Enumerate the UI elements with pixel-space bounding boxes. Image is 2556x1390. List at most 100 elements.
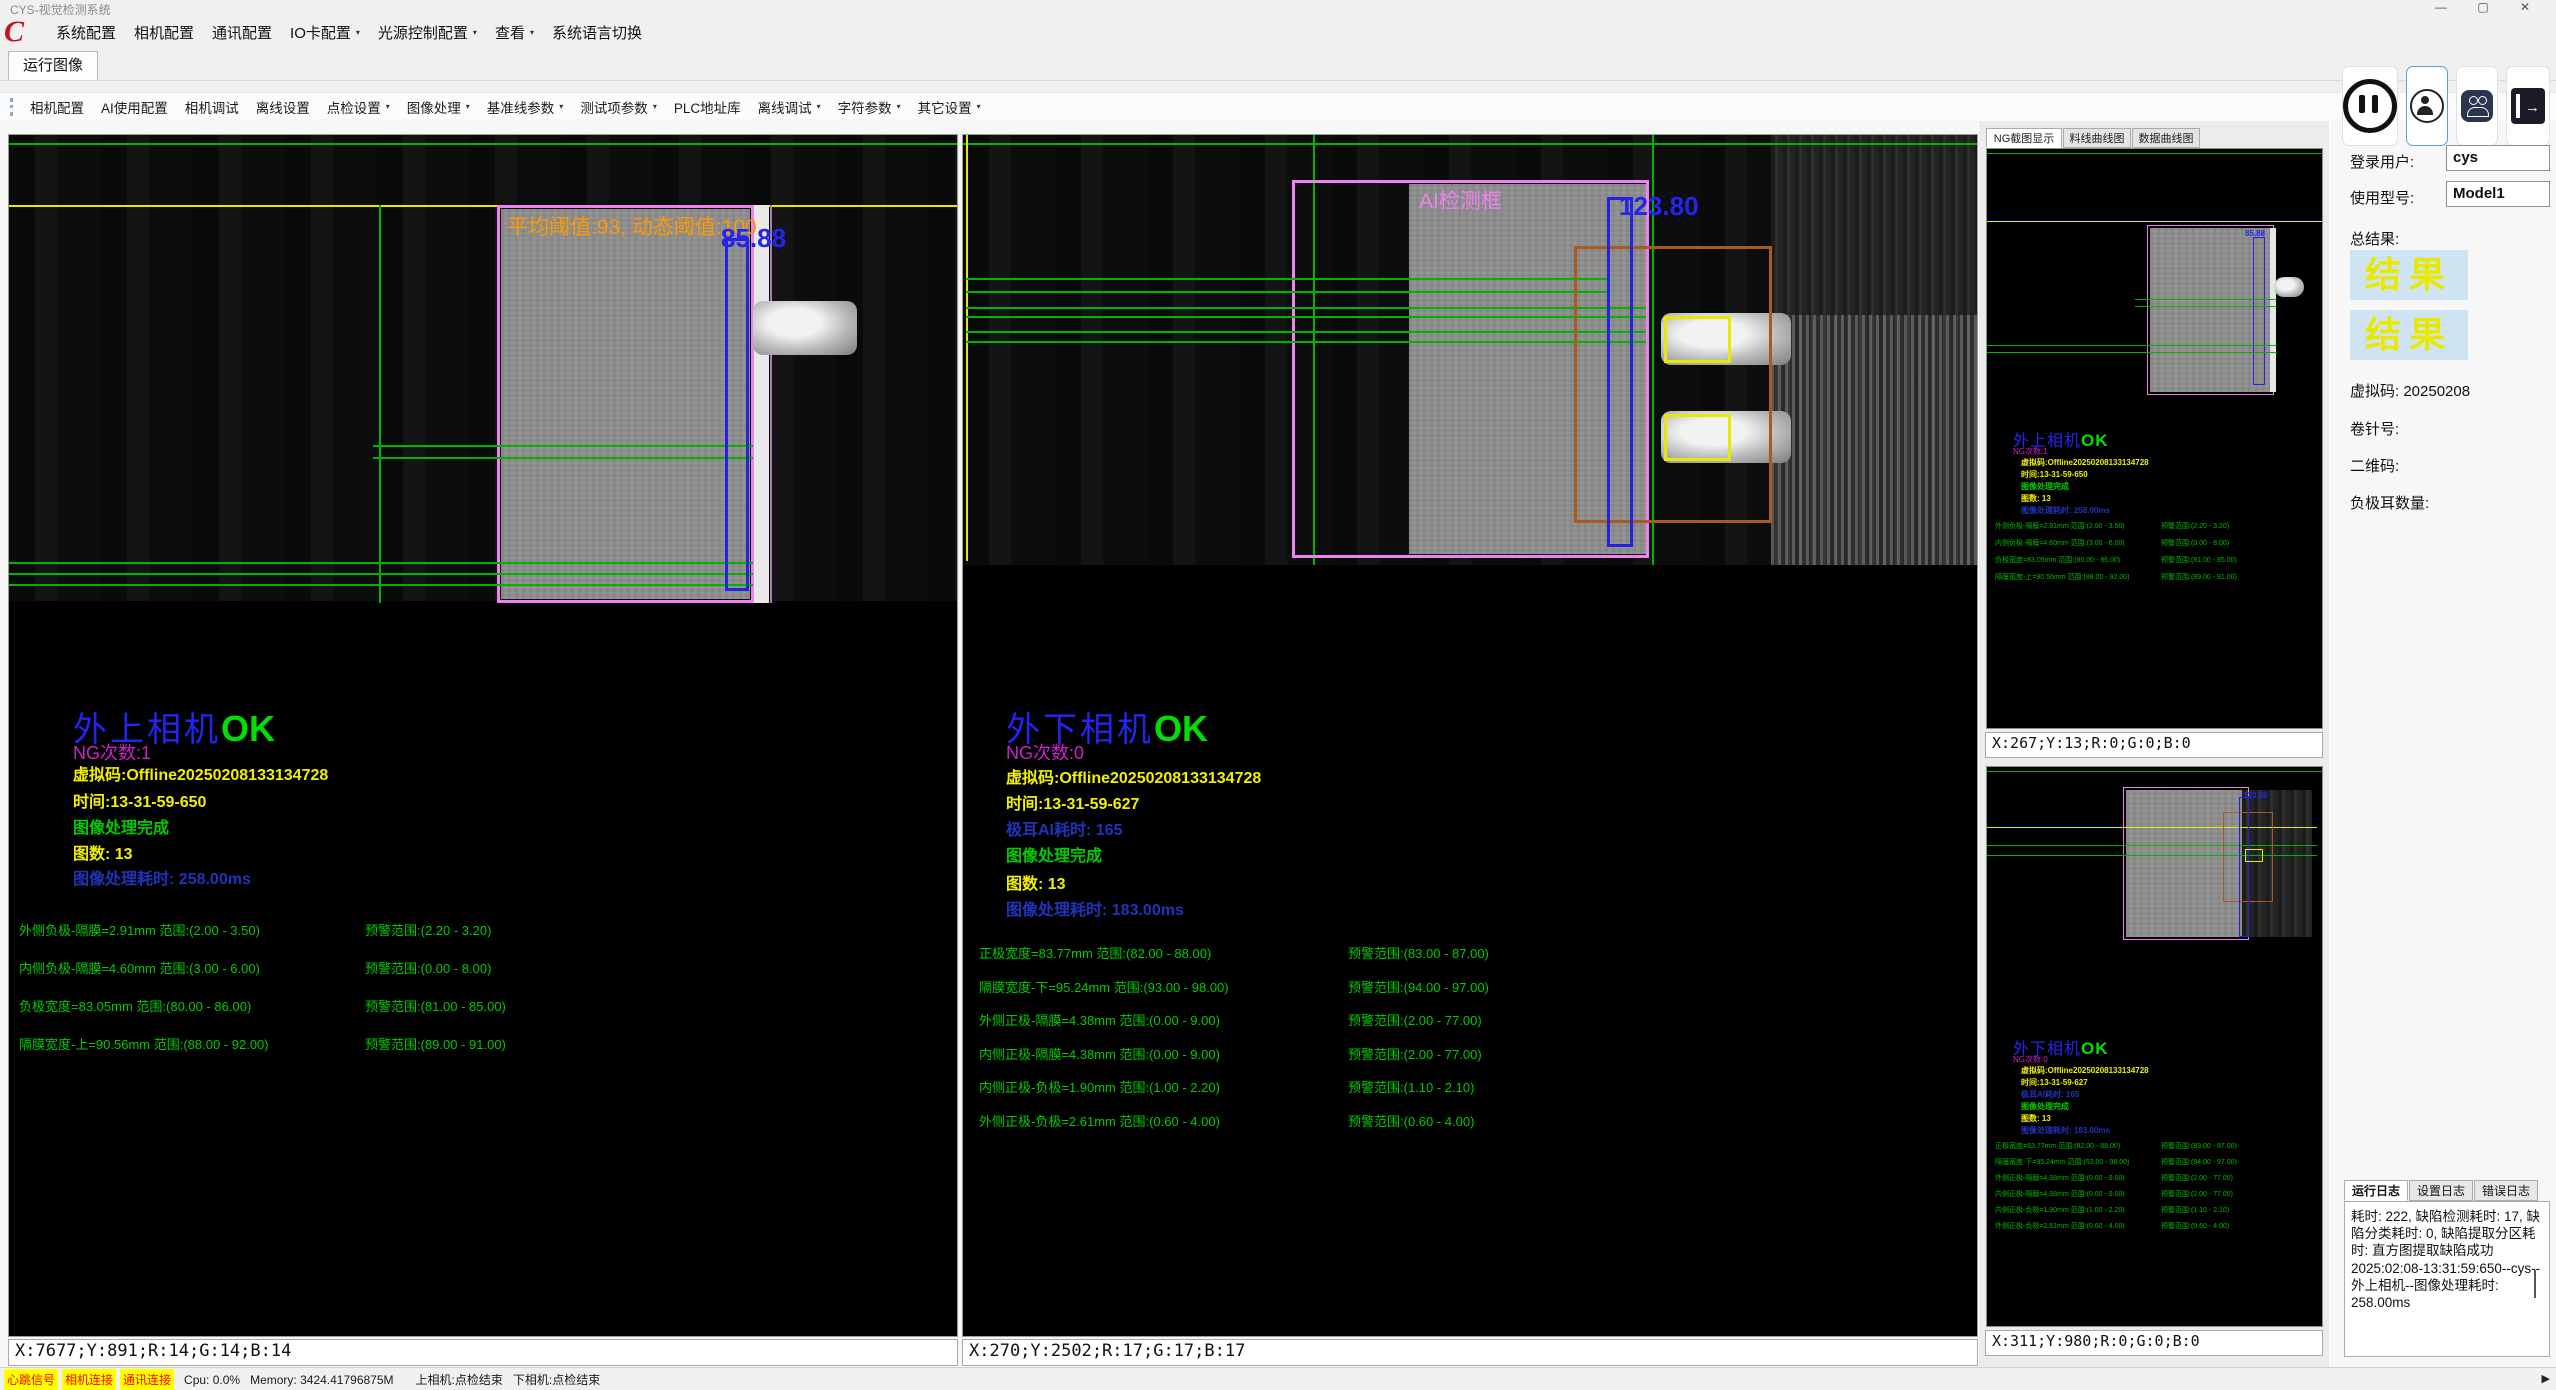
virtual-code-label: 虚拟码: 20250208	[2350, 380, 2470, 401]
preview-bottom-coordinate-bar: X:311;Y:980;R:0;G:0;B:0	[1985, 1330, 2323, 1356]
process-time-line: 图像处理耗时: 183.00ms	[1006, 896, 1184, 920]
edge-line-violet	[770, 205, 772, 603]
measurement-row: 内侧正极-负极=1.90mm 范围:(1.00 - 2.20)预警范围:(1.1…	[979, 1077, 1739, 1096]
model-field[interactable]: Model1	[2446, 181, 2550, 207]
measure-line	[2135, 306, 2277, 307]
measurement-row: 内侧负极-隔膜=4.60mm 范围:(3.00 - 6.00)预警范围:(0.0…	[19, 958, 739, 977]
menu-language-switch[interactable]: 系统语言切换	[552, 22, 642, 43]
process-time-line: 图像处理耗时: 183.00ms	[2021, 1125, 2110, 1136]
result-badge-lower: 结果	[2350, 310, 2468, 360]
lower-camera-status-text: 下相机:点检结束	[513, 1371, 600, 1388]
tool-offline-debug[interactable]: 离线调试▾	[758, 97, 821, 117]
heartbeat-status-badge: 心跳信号	[4, 1369, 58, 1390]
anode-tab-count-label: 负极耳数量:	[2350, 492, 2429, 513]
tab-metal-part	[753, 301, 857, 355]
time-line: 时间:13-31-59-650	[2021, 469, 2088, 480]
tab-data-curve[interactable]: 数据曲线图	[2132, 128, 2200, 148]
tool-baseline-params[interactable]: 基准线参数▾	[487, 97, 564, 117]
process-done-line: 图像处理完成	[1006, 842, 1102, 866]
width-value-label: 123.80	[1619, 191, 1699, 222]
pause-icon	[2343, 79, 2397, 133]
login-user-field[interactable]: cys	[2446, 145, 2550, 171]
user-manage-button[interactable]	[2456, 66, 2498, 146]
measure-line	[966, 278, 1607, 280]
ai-time-line: 极耳AI耗时: 165	[1006, 816, 1122, 840]
menu-system-config[interactable]: 系统配置	[56, 22, 116, 43]
close-icon[interactable]: ✕	[2508, 0, 2542, 15]
measurement-row: 内侧正极-隔膜=4.38mm 范围:(0.00 - 9.00)预警范围:(2.0…	[1995, 1189, 2315, 1199]
width-measure-box	[2253, 237, 2265, 385]
tool-offline-settings[interactable]: 离线设置	[256, 97, 310, 117]
tab-run-log[interactable]: 运行日志	[2344, 1180, 2408, 1201]
reference-line	[1987, 153, 2322, 154]
login-user-label: 登录用户:	[2350, 151, 2414, 172]
tab-detect-box	[1664, 414, 1731, 461]
menu-camera-config[interactable]: 相机配置	[134, 22, 194, 43]
measurement-row: 正极宽度=83.77mm 范围:(82.00 - 88.00)预警范围:(83.…	[979, 943, 1739, 962]
detection-region-box	[497, 205, 754, 603]
measure-line	[373, 445, 753, 447]
measure-line	[9, 573, 753, 575]
right-pixel-coordinate-bar: X:270;Y:2502;R:17;G:17;B:17	[962, 1339, 1978, 1366]
log-text-area[interactable]: 耗时: 222, 缺陷检测耗时: 17, 缺陷分类耗时: 0, 缺陷提取分区耗时…	[2344, 1201, 2550, 1357]
tool-test-item-params[interactable]: 测试项参数▾	[580, 97, 657, 117]
menu-bar: Ϲ 系统配置 相机配置 通讯配置 IO卡配置▾ 光源控制配置▾ 查看▾ 系统语言…	[0, 16, 2556, 48]
ng-preview-sidebar: NG截图显示 料线曲线图 数据曲线图 85.88 外上相机OK NG次数:1 虚…	[1978, 120, 2330, 1368]
measure-line	[966, 331, 1646, 333]
ng-preview-top[interactable]: 85.88 外上相机OK NG次数:1 虚拟码:Offline202502081…	[1986, 148, 2323, 729]
tab-ng-screenshot[interactable]: NG截图显示	[1986, 128, 2062, 148]
tool-char-params[interactable]: 字符参数▾	[838, 97, 901, 117]
pause-button[interactable]	[2342, 66, 2398, 146]
width-value-label: 85.88	[721, 223, 786, 254]
tool-spot-check[interactable]: 点检设置▾	[327, 97, 390, 117]
tool-image-processing[interactable]: 图像处理▾	[407, 97, 470, 117]
frame-count-line: 图数: 13	[2021, 493, 2051, 504]
tab-settings-log[interactable]: 设置日志	[2409, 1180, 2473, 1201]
maximize-icon[interactable]: ▢	[2466, 0, 2500, 15]
overflow-arrow-icon[interactable]: ▶	[2542, 1372, 2550, 1385]
menu-view[interactable]: 查看▾	[495, 22, 534, 43]
edge-line	[379, 205, 381, 603]
roll-bright-band	[1771, 315, 1977, 565]
result-badge-upper: 结果	[2350, 250, 2468, 300]
tool-other-settings[interactable]: 其它设置▾	[918, 97, 981, 117]
chevron-down-icon: ▾	[356, 28, 360, 37]
measurement-row: 内侧正极-负极=1.90mm 范围:(1.00 - 2.20)预警范围:(1.1…	[1995, 1205, 2315, 1215]
chevron-down-icon: ▾	[897, 102, 901, 111]
menu-io-card-config[interactable]: IO卡配置▾	[290, 22, 360, 43]
view-tab-strip: 运行图像	[0, 48, 2556, 81]
login-user-button[interactable]	[2406, 66, 2448, 146]
log-scroll-caret[interactable]	[2534, 1270, 2536, 1298]
tool-camera-debug[interactable]: 相机调试	[185, 97, 239, 117]
width-measure-box	[2239, 797, 2249, 937]
total-result-label: 总结果:	[2350, 228, 2399, 249]
measure-line	[966, 307, 1646, 309]
tab-material-curve[interactable]: 料线曲线图	[2063, 128, 2131, 148]
reference-line	[9, 143, 957, 145]
width-measure-box	[725, 238, 749, 591]
tool-plc-address[interactable]: PLC地址库	[674, 97, 741, 117]
toolbar-grip[interactable]	[10, 98, 13, 116]
minimize-icon[interactable]: —	[2424, 0, 2458, 15]
ng-preview-bottom[interactable]: 123.80 外下相机OK NG次数:0 虚拟码:Offline20250208…	[1986, 766, 2323, 1327]
menu-light-config[interactable]: 光源控制配置▾	[378, 22, 477, 43]
measurement-row: 正极宽度=83.77mm 范围:(82.00 - 88.00)预警范围:(83.…	[1995, 1141, 2315, 1151]
comm-link-status-badge: 通讯连接	[120, 1369, 174, 1390]
exit-button[interactable]: →	[2506, 66, 2550, 146]
toolbar: 相机配置 AI使用配置 相机调试 离线设置 点检设置▾ 图像处理▾ 基准线参数▾…	[0, 92, 2556, 121]
measure-line	[1987, 352, 2277, 353]
title-bar: CYS-视觉检测系统 — ▢ ✕	[0, 0, 2556, 16]
tool-ai-use-config[interactable]: AI使用配置	[101, 97, 168, 117]
frame-count-line: 图数: 13	[73, 840, 133, 864]
time-line: 时间:13-31-59-650	[73, 788, 206, 812]
right-camera-view[interactable]: AI检测框 123.80 外下相机OK NG次数:0 虚拟码:Offline20…	[962, 134, 1978, 1337]
tool-camera-config[interactable]: 相机配置	[30, 97, 84, 117]
ng-count-label: NG次数:0	[1006, 739, 1084, 765]
bright-edge-strip	[2270, 228, 2276, 392]
tab-error-log[interactable]: 错误日志	[2474, 1180, 2538, 1201]
menu-comm-config[interactable]: 通讯配置	[212, 22, 272, 43]
frame-count-line: 图数: 13	[1006, 870, 1066, 894]
chevron-down-icon: ▾	[977, 102, 981, 111]
tab-run-image[interactable]: 运行图像	[8, 51, 98, 80]
left-camera-view[interactable]: 平均阈值:93, 动态阈值:100 85.88 外上相机OK NG次数:1 虚拟…	[8, 134, 958, 1337]
